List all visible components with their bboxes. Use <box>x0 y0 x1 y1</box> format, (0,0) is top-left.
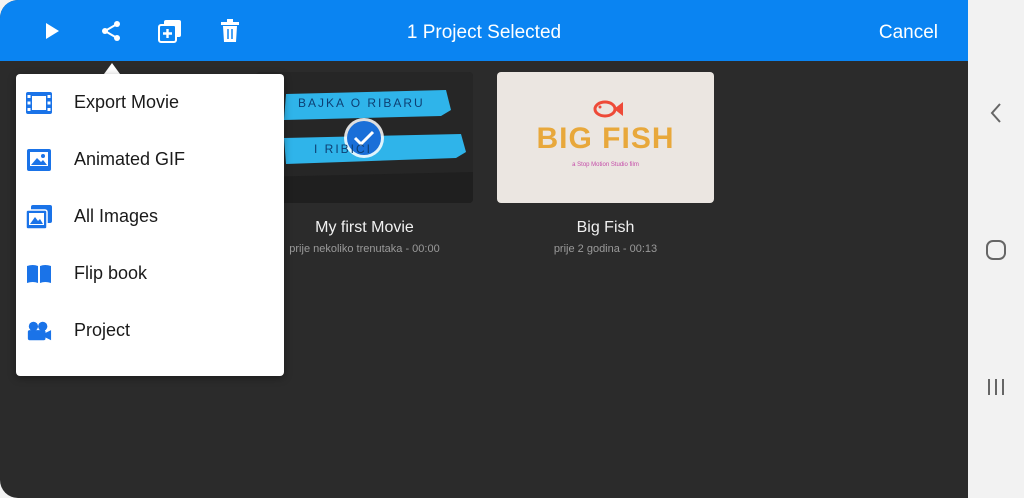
project-card-my-first-movie[interactable]: BAJKA O RIBARU I RIBICI My first Movie p… <box>256 72 473 255</box>
camera-icon <box>26 318 52 344</box>
project-meta: prije nekoliko trenutaka - 00:00 <box>289 243 440 255</box>
project-meta: prije 2 godina - 00:13 <box>553 243 658 255</box>
thumbnail-text: I RIBICI <box>314 142 373 156</box>
project-thumbnail[interactable]: BAJKA O RIBARU I RIBICI <box>256 72 473 203</box>
image-icon <box>26 147 52 173</box>
thumbnail-title: BIG FISH <box>536 122 675 155</box>
home-icon[interactable] <box>982 236 1010 264</box>
thumbnail-caption: a Stop Motion Studio film <box>572 162 639 168</box>
book-icon <box>26 261 52 287</box>
images-icon <box>26 204 52 230</box>
menu-item-label: Export Movie <box>74 92 180 112</box>
project-title: My first Movie <box>315 219 414 236</box>
project-title: Big Fish <box>576 219 635 236</box>
menu-item-flip-book[interactable]: Flip book <box>16 245 284 302</box>
system-nav-bar <box>968 0 1024 498</box>
film-icon <box>26 90 52 116</box>
project-card-big-fish[interactable]: BIG FISH a Stop Motion Studio film Big F… <box>497 72 714 255</box>
menu-item-project[interactable]: Project <box>16 302 284 359</box>
thumbnail-text: BAJKA O RIBARU <box>298 96 425 110</box>
top-action-bar: 1 Project Selected Cancel <box>0 0 968 61</box>
menu-item-all-images[interactable]: All Images <box>16 188 284 245</box>
menu-item-animated-gif[interactable]: Animated GIF <box>16 131 284 188</box>
menu-item-label: Project <box>74 320 131 340</box>
menu-item-label: All Images <box>74 206 159 226</box>
cancel-button[interactable]: Cancel <box>879 0 938 61</box>
menu-caret <box>104 63 120 74</box>
app-window: 1 Project Selected Cancel BAJKA O RIBARU… <box>0 0 968 498</box>
menu-item-export-movie[interactable]: Export Movie <box>16 74 284 131</box>
page-title: 1 Project Selected <box>406 22 562 43</box>
menu-item-label: Flip book <box>74 263 148 283</box>
project-thumbnail[interactable]: BIG FISH a Stop Motion Studio film <box>497 72 714 203</box>
menu-item-label: Animated GIF <box>74 149 186 169</box>
back-icon[interactable] <box>982 99 1010 127</box>
recents-icon[interactable] <box>982 373 1010 401</box>
share-menu: Export Movie Animated GIF All Images Fli… <box>16 74 284 376</box>
